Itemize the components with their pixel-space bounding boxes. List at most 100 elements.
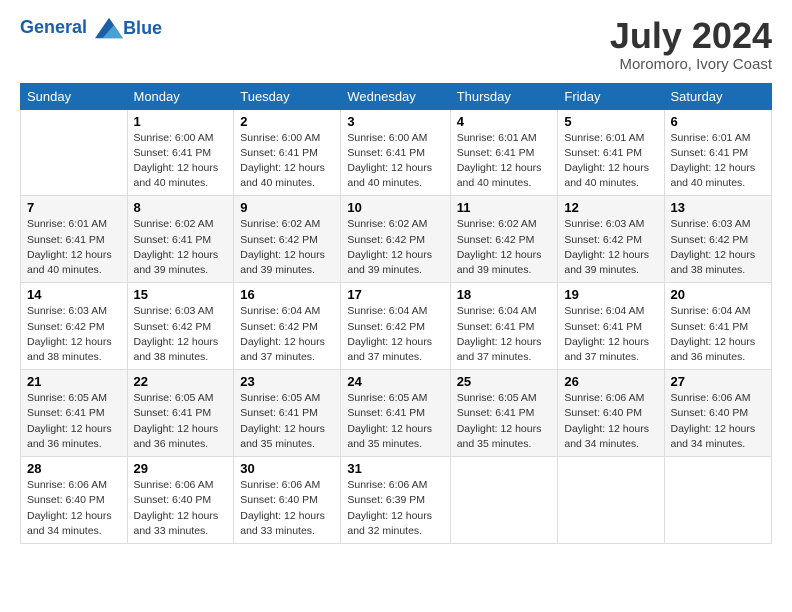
day-info: Sunrise: 6:01 AMSunset: 6:41 PMDaylight:… — [671, 131, 766, 192]
day-number: 7 — [27, 200, 121, 215]
calendar-cell — [558, 457, 664, 544]
calendar-cell: 1 Sunrise: 6:00 AMSunset: 6:41 PMDaylight… — [127, 109, 234, 196]
day-info: Sunrise: 6:06 AMSunset: 6:40 PMDaylight:… — [134, 478, 228, 539]
calendar-cell — [664, 457, 772, 544]
calendar-cell: 22 Sunrise: 6:05 AMSunset: 6:41 PMDayligh… — [127, 370, 234, 457]
day-number: 31 — [347, 461, 443, 476]
weekday-header-tuesday: Tuesday — [234, 83, 341, 109]
day-number: 3 — [347, 114, 443, 129]
calendar-cell: 15 Sunrise: 6:03 AMSunset: 6:42 PMDayligh… — [127, 283, 234, 370]
calendar-cell — [21, 109, 128, 196]
calendar-cell: 11 Sunrise: 6:02 AMSunset: 6:42 PMDayligh… — [450, 196, 558, 283]
weekday-header-sunday: Sunday — [21, 83, 128, 109]
day-number: 21 — [27, 374, 121, 389]
day-info: Sunrise: 6:02 AMSunset: 6:42 PMDaylight:… — [347, 217, 443, 278]
day-info: Sunrise: 6:03 AMSunset: 6:42 PMDaylight:… — [564, 217, 657, 278]
calendar-cell: 9 Sunrise: 6:02 AMSunset: 6:42 PMDaylight… — [234, 196, 341, 283]
calendar-cell: 23Sunrise: 6:05 AMSunset: 6:41 PMDayligh… — [234, 370, 341, 457]
day-number: 19 — [564, 287, 657, 302]
calendar-cell: 10 Sunrise: 6:02 AMSunset: 6:42 PMDayligh… — [341, 196, 450, 283]
day-info: Sunrise: 6:04 AMSunset: 6:41 PMDaylight:… — [671, 304, 766, 365]
day-info: Sunrise: 6:06 AMSunset: 6:40 PMDaylight:… — [240, 478, 334, 539]
day-info: Sunrise: 6:05 AMSunset: 6:41 PMDaylight:… — [27, 391, 121, 452]
day-info: Sunrise: 6:04 AMSunset: 6:41 PMDaylight:… — [564, 304, 657, 365]
logo: General Blue — [20, 16, 162, 40]
day-info: Sunrise: 6:05 AMSunset: 6:41 PMDaylight:… — [347, 391, 443, 452]
day-number: 26 — [564, 374, 657, 389]
day-info: Sunrise: 6:05 AMSunset: 6:41 PMDaylight:… — [134, 391, 228, 452]
day-number: 4 — [457, 114, 552, 129]
day-number: 29 — [134, 461, 228, 476]
calendar-cell: 13 Sunrise: 6:03 AMSunset: 6:42 PMDayligh… — [664, 196, 772, 283]
calendar-cell — [450, 457, 558, 544]
day-info: Sunrise: 6:00 AMSunset: 6:41 PMDaylight:… — [134, 131, 228, 192]
day-number: 6 — [671, 114, 766, 129]
day-info: Sunrise: 6:05 AMSunset: 6:41 PMDaylight:… — [457, 391, 552, 452]
calendar-cell: 14Sunrise: 6:03 AMSunset: 6:42 PMDayligh… — [21, 283, 128, 370]
day-info: Sunrise: 6:04 AMSunset: 6:42 PMDaylight:… — [347, 304, 443, 365]
calendar-cell: 20Sunrise: 6:04 AMSunset: 6:41 PMDayligh… — [664, 283, 772, 370]
calendar-cell: 2Sunrise: 6:00 AMSunset: 6:41 PMDaylight… — [234, 109, 341, 196]
day-info: Sunrise: 6:06 AMSunset: 6:40 PMDaylight:… — [27, 478, 121, 539]
day-number: 18 — [457, 287, 552, 302]
weekday-header-thursday: Thursday — [450, 83, 558, 109]
calendar-table: SundayMondayTuesdayWednesdayThursdayFrid… — [20, 83, 772, 544]
calendar-cell: 6 Sunrise: 6:01 AMSunset: 6:41 PMDaylight… — [664, 109, 772, 196]
weekday-header-friday: Friday — [558, 83, 664, 109]
day-number: 28 — [27, 461, 121, 476]
day-number: 13 — [671, 200, 766, 215]
day-info: Sunrise: 6:01 AMSunset: 6:41 PMDaylight:… — [457, 131, 552, 192]
day-info: Sunrise: 6:06 AMSunset: 6:40 PMDaylight:… — [671, 391, 766, 452]
calendar-cell: 24 Sunrise: 6:05 AMSunset: 6:41 PMDayligh… — [341, 370, 450, 457]
day-info: Sunrise: 6:06 AMSunset: 6:39 PMDaylight:… — [347, 478, 443, 539]
day-info: Sunrise: 6:04 AMSunset: 6:42 PMDaylight:… — [240, 304, 334, 365]
calendar-cell: 5 Sunrise: 6:01 AMSunset: 6:41 PMDaylight… — [558, 109, 664, 196]
day-info: Sunrise: 6:02 AMSunset: 6:42 PMDaylight:… — [457, 217, 552, 278]
calendar-cell: 27 Sunrise: 6:06 AMSunset: 6:40 PMDayligh… — [664, 370, 772, 457]
day-number: 27 — [671, 374, 766, 389]
day-number: 10 — [347, 200, 443, 215]
calendar-cell: 8 Sunrise: 6:02 AMSunset: 6:41 PMDaylight… — [127, 196, 234, 283]
day-number: 25 — [457, 374, 552, 389]
calendar-cell: 31 Sunrise: 6:06 AMSunset: 6:39 PMDayligh… — [341, 457, 450, 544]
day-info: Sunrise: 6:03 AMSunset: 6:42 PMDaylight:… — [134, 304, 228, 365]
month-title: July 2024 — [610, 16, 772, 56]
day-number: 11 — [457, 200, 552, 215]
calendar-week-4: 21 Sunrise: 6:05 AMSunset: 6:41 PMDayligh… — [21, 370, 772, 457]
day-number: 9 — [240, 200, 334, 215]
day-number: 5 — [564, 114, 657, 129]
day-info: Sunrise: 6:01 AMSunset: 6:41 PMDaylight:… — [564, 131, 657, 192]
logo-blue: Blue — [123, 18, 162, 39]
day-info: Sunrise: 6:00 AMSunset: 6:41 PMDaylight:… — [347, 131, 443, 192]
day-number: 1 — [134, 114, 228, 129]
calendar-cell: 18Sunrise: 6:04 AMSunset: 6:41 PMDayligh… — [450, 283, 558, 370]
day-number: 22 — [134, 374, 228, 389]
calendar-week-5: 28 Sunrise: 6:06 AMSunset: 6:40 PMDayligh… — [21, 457, 772, 544]
day-info: Sunrise: 6:03 AMSunset: 6:42 PMDaylight:… — [671, 217, 766, 278]
day-number: 24 — [347, 374, 443, 389]
day-info: Sunrise: 6:02 AMSunset: 6:42 PMDaylight:… — [240, 217, 334, 278]
day-number: 14 — [27, 287, 121, 302]
location: Moromoro, Ivory Coast — [610, 56, 772, 73]
day-number: 15 — [134, 287, 228, 302]
calendar-cell: 4 Sunrise: 6:01 AMSunset: 6:41 PMDaylight… — [450, 109, 558, 196]
calendar-cell: 19 Sunrise: 6:04 AMSunset: 6:41 PMDayligh… — [558, 283, 664, 370]
calendar-cell: 30 Sunrise: 6:06 AMSunset: 6:40 PMDayligh… — [234, 457, 341, 544]
title-block: July 2024 Moromoro, Ivory Coast — [610, 16, 772, 73]
day-number: 30 — [240, 461, 334, 476]
calendar-cell: 3 Sunrise: 6:00 AMSunset: 6:41 PMDaylight… — [341, 109, 450, 196]
day-info: Sunrise: 6:02 AMSunset: 6:41 PMDaylight:… — [134, 217, 228, 278]
weekday-header-wednesday: Wednesday — [341, 83, 450, 109]
day-number: 8 — [134, 200, 228, 215]
day-info: Sunrise: 6:06 AMSunset: 6:40 PMDaylight:… — [564, 391, 657, 452]
calendar-cell: 29 Sunrise: 6:06 AMSunset: 6:40 PMDayligh… — [127, 457, 234, 544]
calendar-cell: 12Sunrise: 6:03 AMSunset: 6:42 PMDayligh… — [558, 196, 664, 283]
calendar-cell: 7Sunrise: 6:01 AMSunset: 6:41 PMDaylight… — [21, 196, 128, 283]
calendar-cell: 25 Sunrise: 6:05 AMSunset: 6:41 PMDayligh… — [450, 370, 558, 457]
day-number: 16 — [240, 287, 334, 302]
calendar-week-2: 7Sunrise: 6:01 AMSunset: 6:41 PMDaylight… — [21, 196, 772, 283]
calendar-cell: 16 Sunrise: 6:04 AMSunset: 6:42 PMDayligh… — [234, 283, 341, 370]
calendar-cell: 28 Sunrise: 6:06 AMSunset: 6:40 PMDayligh… — [21, 457, 128, 544]
weekday-header-monday: Monday — [127, 83, 234, 109]
day-number: 23 — [240, 374, 334, 389]
